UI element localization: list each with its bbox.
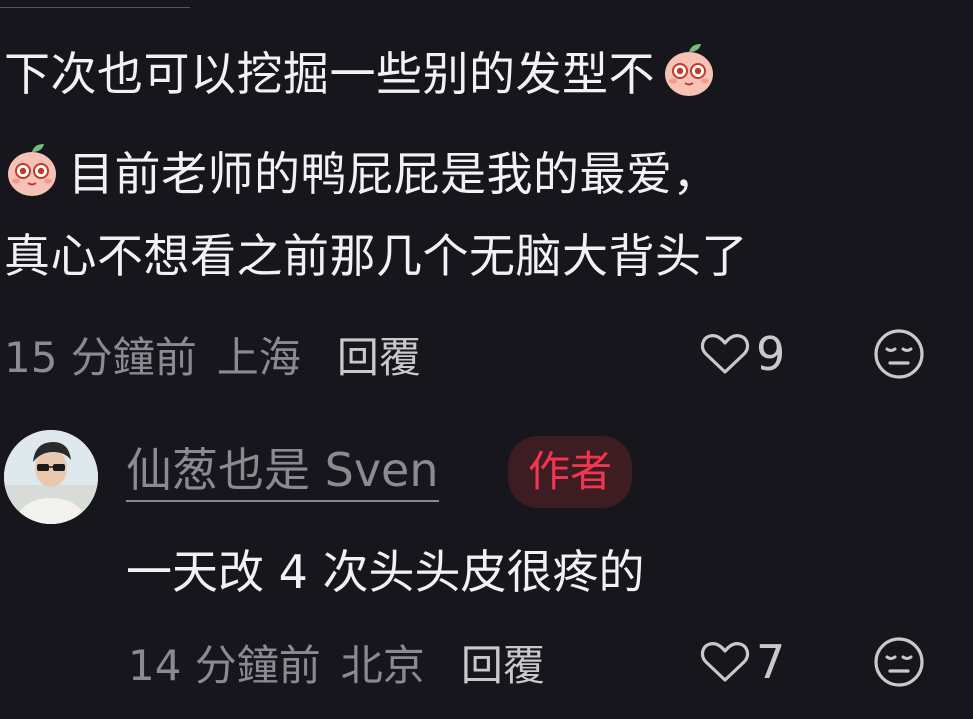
heart-outline-icon bbox=[700, 642, 750, 682]
peach-face-emoji-icon bbox=[665, 44, 713, 96]
reply-like-button[interactable]: 7 bbox=[700, 634, 785, 690]
comment-reply-button[interactable]: 回覆 bbox=[337, 324, 421, 385]
comment-line-2: 目前老师的鸭屁屁是我的最爱， bbox=[4, 140, 719, 202]
comment-time: 15 分鐘前 bbox=[4, 332, 197, 382]
comment-like-button[interactable]: 9 bbox=[700, 326, 785, 382]
neutral-face-icon[interactable] bbox=[873, 328, 925, 380]
heart-outline-icon bbox=[700, 334, 750, 374]
author-badge: 作者 bbox=[508, 436, 633, 508]
reply-text: 一天改 4 次头头皮很疼的 bbox=[126, 545, 645, 599]
reply-reply-button[interactable]: 回覆 bbox=[461, 632, 545, 693]
comment-location: 上海 bbox=[216, 332, 301, 382]
reply-location: 北京 bbox=[340, 640, 425, 690]
comment-line-3: 真心不想看之前那几个无脑大背头了 bbox=[4, 228, 748, 284]
comment-line-1-text: 下次也可以挖掘一些别的发型不 bbox=[4, 47, 655, 101]
author-avatar[interactable] bbox=[4, 430, 98, 524]
comment-like-count: 9 bbox=[756, 327, 786, 381]
reply-meta: 14 分鐘前 北京 回覆 bbox=[128, 634, 545, 690]
reply-like-count: 7 bbox=[756, 635, 786, 689]
comment-meta: 15 分鐘前 上海 回覆 bbox=[4, 326, 421, 382]
neutral-face-icon[interactable] bbox=[873, 636, 925, 688]
comment-line-2-text: 目前老师的鸭屁屁是我的最爱， bbox=[68, 147, 719, 201]
comment-line-3-text: 真心不想看之前那几个无脑大背头了 bbox=[4, 229, 748, 283]
peach-face-emoji-icon bbox=[8, 144, 56, 196]
author-name[interactable]: 仙葱也是 Sven bbox=[126, 442, 439, 502]
comment-line-1: 下次也可以挖掘一些别的发型不 bbox=[4, 40, 719, 102]
top-divider bbox=[0, 0, 190, 8]
reply-time: 14 分鐘前 bbox=[128, 640, 321, 690]
avatar-image bbox=[4, 430, 98, 524]
